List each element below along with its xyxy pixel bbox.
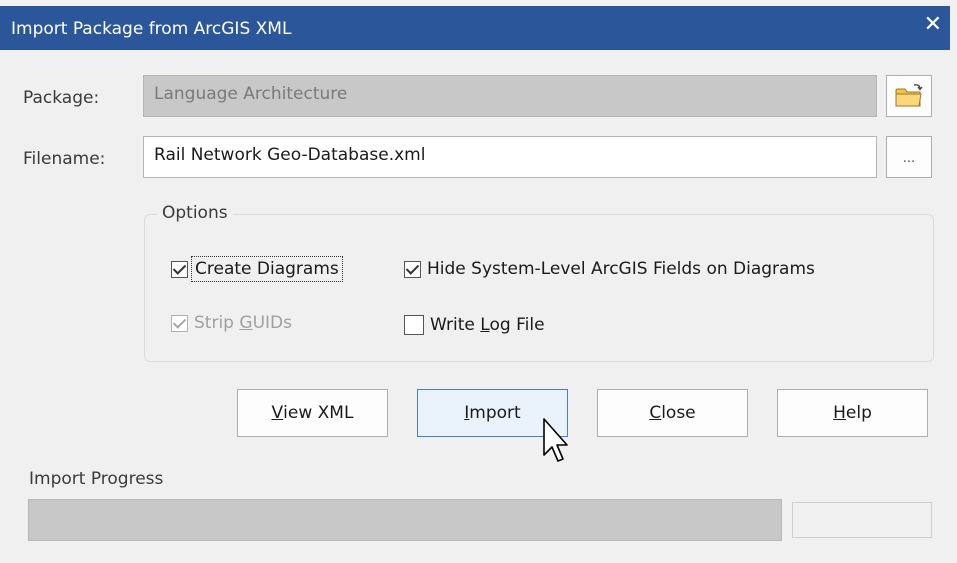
close-icon[interactable]: ✕ <box>924 12 942 37</box>
window-title: Import Package from ArcGIS XML <box>11 19 292 39</box>
progress-status-box <box>792 502 932 538</box>
close-button[interactable]: Close <box>597 389 748 437</box>
strip-guids-checkbox: Strip GUIDs <box>171 313 292 333</box>
import-progress-bar <box>28 499 782 541</box>
options-group <box>144 214 934 362</box>
strip-guids-check-icon <box>171 314 188 332</box>
options-label: Options <box>157 203 233 223</box>
create-diagrams-label: Create Diagrams <box>191 256 343 282</box>
filename-input[interactable]: Rail Network Geo-Database.xml <box>143 136 877 178</box>
import-progress-label: Import Progress <box>29 469 164 489</box>
mouse-cursor-icon <box>543 418 568 462</box>
hide-system-fields-check-icon <box>404 260 421 278</box>
create-diagrams-checkbox[interactable]: Create Diagrams <box>171 256 343 282</box>
filename-label: Filename: <box>23 149 106 169</box>
write-log-label: Write Log File <box>430 315 545 335</box>
create-diagrams-check-icon <box>171 260 188 278</box>
hide-system-fields-label: Hide System-Level ArcGIS Fields on Diagr… <box>427 259 815 279</box>
folder-icon <box>895 84 923 107</box>
strip-guids-label: Strip GUIDs <box>194 313 292 333</box>
filename-browse-button[interactable]: ... <box>886 136 932 178</box>
package-field: Language Architecture <box>143 75 877 117</box>
package-browse-button[interactable] <box>886 75 932 117</box>
import-dialog: Import Package from ArcGIS XML ✕ Package… <box>0 0 957 563</box>
write-log-check-icon <box>404 315 424 335</box>
hide-system-fields-checkbox[interactable]: Hide System-Level ArcGIS Fields on Diagr… <box>404 259 815 279</box>
package-label: Package: <box>23 88 100 108</box>
title-bar: Import Package from ArcGIS XML ✕ <box>0 6 950 50</box>
write-log-checkbox[interactable]: Write Log File <box>404 315 545 335</box>
view-xml-button[interactable]: View XML <box>237 389 388 437</box>
help-button[interactable]: Help <box>777 389 928 437</box>
